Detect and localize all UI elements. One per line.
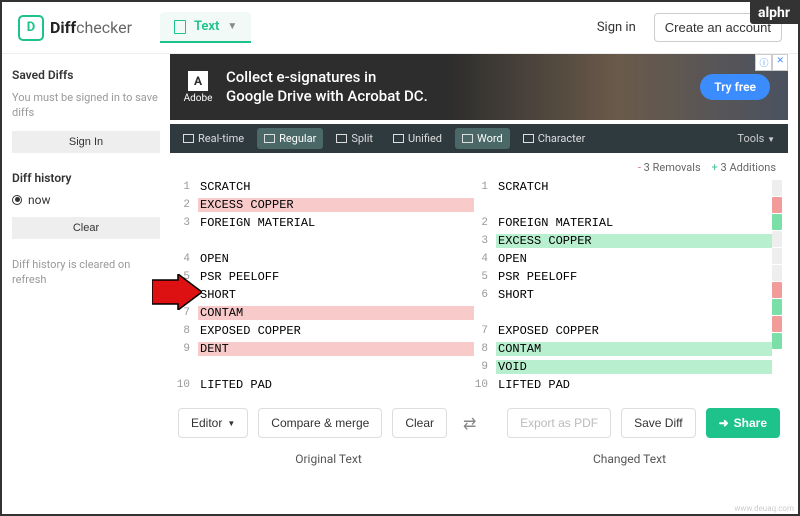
topbar: D Diffchecker Text ▼ Sign in Create an a… [2,2,798,54]
history-title: Diff history [12,171,160,185]
view-icon [393,134,404,143]
watermark-top: alphr [750,2,798,24]
mode-label: Text [194,19,219,34]
minimap[interactable] [772,178,782,394]
diff-line: 10LIFTED PAD [474,376,772,394]
diff-line [176,232,474,250]
realtime-tab[interactable]: Real-time [176,128,251,149]
diff-line: 8EXPOSED COPPER [176,322,474,340]
diff-line: 5PSR PEELOFF [474,268,772,286]
brand-bold: Diff [50,18,76,37]
word-tab[interactable]: Word [455,128,510,149]
diff-line: 10LIFTED PAD [176,376,474,394]
text-icon [174,20,186,34]
diff-line: 1SCRATCH [176,178,474,196]
chevron-down-icon: ▼ [767,135,775,144]
content: A Adobe Collect e-signatures in Google D… [170,54,798,514]
arrow-icon [152,274,202,310]
diff-line: 9DENT [176,340,474,358]
diff-line: 4OPEN [474,250,772,268]
tools-menu[interactable]: Tools ▼ [730,128,782,149]
diff-area: 1SCRATCH2EXCESS COPPER3FOREIGN MATERIAL4… [170,178,788,394]
removals-count: 3 Removals [638,161,701,174]
diff-line: 6SHORT [474,286,772,304]
brand-light: checker [76,18,132,37]
adchoices-icon: ⓘ [755,54,772,71]
additions-count: 3 Additions [712,161,776,174]
diff-line: 4OPEN [176,250,474,268]
saved-diffs-msg: You must be signed in to save diffs [12,90,160,121]
diff-line: 9VOID [474,358,772,376]
diff-line: 2FOREIGN MATERIAL [474,214,772,232]
sidebar-signin-button[interactable]: Sign In [12,131,160,153]
view-icon [264,134,275,143]
radio-icon [12,195,22,205]
share-button[interactable]: ➜ Share [706,408,780,438]
history-now-label: now [28,193,51,207]
right-column-header: Changed Text [479,452,780,466]
diff-line: 8CONTAM [474,340,772,358]
unified-tab[interactable]: Unified [386,128,449,149]
bottom-bar: Editor ▼ Compare & merge Clear ⇄ Export … [170,394,788,448]
left-column-header: Original Text [178,452,479,466]
diff-toolbar: Real-time Regular Split Unified Word Cha… [170,124,788,153]
close-icon: ✕ [772,54,788,71]
diff-line [474,304,772,322]
history-msg: Diff history is cleared on refresh [12,257,160,288]
diff-line: 7CONTAM [176,304,474,322]
diff-line: 2EXCESS COPPER [176,196,474,214]
regular-tab[interactable]: Regular [257,128,323,149]
view-icon [336,134,347,143]
view-icon [523,134,534,143]
ad-brand: A Adobe [170,71,226,104]
adobe-icon: A [188,71,208,91]
view-icon [462,134,473,143]
left-pane[interactable]: 1SCRATCH2EXCESS COPPER3FOREIGN MATERIAL 4… [176,178,474,394]
saved-diffs-title: Saved Diffs [12,68,160,82]
ad-cta-button[interactable]: Try free [700,74,770,100]
swap-icon[interactable]: ⇄ [457,414,482,433]
export-pdf-button[interactable]: Export as PDF [507,408,611,438]
right-pane[interactable]: 1SCRATCH 2FOREIGN MATERIAL3EXCESS COPPER4… [474,178,772,394]
ad-text: Collect e-signatures in Google Drive wit… [226,68,428,107]
ad-controls[interactable]: ⓘ✕ [755,54,788,71]
diff-line: 3EXCESS COPPER [474,232,772,250]
compare-merge-button[interactable]: Compare & merge [258,408,382,438]
chevron-down-icon: ▼ [227,21,237,32]
column-headers: Original Text Changed Text [170,448,788,470]
diff-line: 1SCRATCH [474,178,772,196]
logo[interactable]: D Diffchecker [18,15,132,41]
logo-icon: D [18,15,44,41]
ad-banner[interactable]: A Adobe Collect e-signatures in Google D… [170,54,788,120]
mode-selector[interactable]: Text ▼ [160,12,251,43]
diff-line [176,358,474,376]
history-entry-now[interactable]: now [12,193,160,207]
diff-line: 5PSR PEELOFF [176,268,474,286]
history-clear-button[interactable]: Clear [12,217,160,239]
clear-button[interactable]: Clear [392,408,447,438]
diff-line: 7EXPOSED COPPER [474,322,772,340]
sidebar: Saved Diffs You must be signed in to sav… [2,54,170,514]
character-tab[interactable]: Character [516,128,593,149]
editor-button[interactable]: Editor ▼ [178,408,248,438]
view-icon [183,134,194,143]
diff-stats: 3 Removals 3 Additions [170,153,788,178]
watermark-bottom: www.deuaq.com [734,504,794,513]
chevron-down-icon: ▼ [227,419,235,428]
split-tab[interactable]: Split [329,128,380,149]
diff-line: 6SHORT [176,286,474,304]
diff-line [474,196,772,214]
diff-line: 3FOREIGN MATERIAL [176,214,474,232]
save-diff-button[interactable]: Save Diff [621,408,695,438]
signin-link[interactable]: Sign in [587,14,646,41]
